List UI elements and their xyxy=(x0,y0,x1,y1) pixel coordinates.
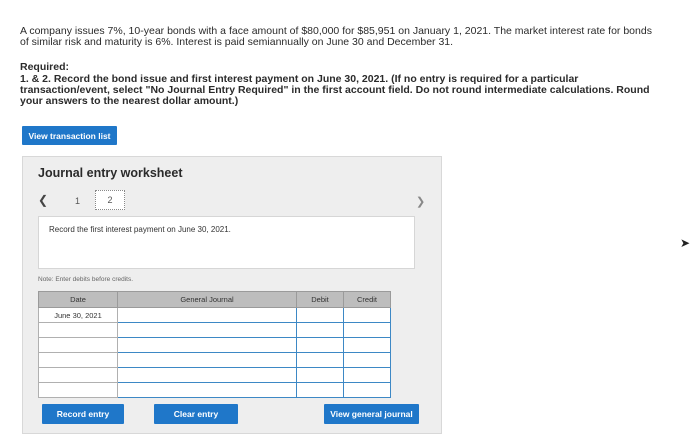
debit-input[interactable] xyxy=(296,352,344,368)
journal-table: Date General Journal Debit Credit June 3… xyxy=(38,291,391,398)
view-general-journal-button[interactable]: View general journal xyxy=(324,404,419,424)
problem-statement: A company issues 7%, 10-year bonds with … xyxy=(20,25,652,48)
chevron-right-icon[interactable]: ❯ xyxy=(416,195,425,208)
account-input[interactable] xyxy=(117,382,297,398)
debit-credit-note: Note: Enter debits before credits. xyxy=(38,276,134,283)
debit-input[interactable] xyxy=(296,382,344,398)
date-header: Date xyxy=(38,291,118,308)
worksheet-page-2[interactable]: 2 xyxy=(95,190,125,210)
credit-header: Credit xyxy=(343,291,391,308)
credit-input[interactable] xyxy=(343,337,391,353)
credit-input[interactable] xyxy=(343,322,391,338)
journal-header-row: Date General Journal Debit Credit xyxy=(38,291,391,308)
worksheet-title: Journal entry worksheet xyxy=(38,166,183,180)
credit-input[interactable] xyxy=(343,307,391,323)
account-input[interactable] xyxy=(117,322,297,338)
journal-row xyxy=(38,367,391,383)
account-input[interactable] xyxy=(117,367,297,383)
chevron-left-icon[interactable]: ❮ xyxy=(38,193,48,207)
general-journal-header: General Journal xyxy=(117,291,297,308)
mouse-cursor-icon: ➤ xyxy=(680,236,691,250)
journal-row xyxy=(38,352,391,368)
date-cell: June 30, 2021 xyxy=(38,307,118,323)
page: A company issues 7%, 10-year bonds with … xyxy=(0,0,700,447)
date-cell xyxy=(38,382,118,398)
date-cell xyxy=(38,322,118,338)
date-cell xyxy=(38,352,118,368)
debit-input[interactable] xyxy=(296,367,344,383)
journal-row xyxy=(38,382,391,398)
account-input[interactable] xyxy=(117,307,297,323)
debit-header: Debit xyxy=(296,291,344,308)
account-input[interactable] xyxy=(117,352,297,368)
credit-input[interactable] xyxy=(343,382,391,398)
credit-input[interactable] xyxy=(343,367,391,383)
journal-row xyxy=(38,322,391,338)
entry-description-box xyxy=(38,216,415,269)
debit-input[interactable] xyxy=(296,337,344,353)
required-heading: Required: xyxy=(20,61,70,73)
clear-entry-button[interactable]: Clear entry xyxy=(154,404,238,424)
view-transaction-list-button[interactable]: View transaction list xyxy=(22,126,117,145)
debit-input[interactable] xyxy=(296,322,344,338)
worksheet-page-2-label: 2 xyxy=(107,195,113,205)
debit-input[interactable] xyxy=(296,307,344,323)
journal-row xyxy=(38,337,391,353)
date-cell xyxy=(38,337,118,353)
entry-description: Record the first interest payment on Jun… xyxy=(49,225,231,234)
credit-input[interactable] xyxy=(343,352,391,368)
required-text: 1. & 2. Record the bond issue and first … xyxy=(20,74,660,107)
date-cell xyxy=(38,367,118,383)
record-entry-button[interactable]: Record entry xyxy=(42,404,124,424)
account-input[interactable] xyxy=(117,337,297,353)
journal-row: June 30, 2021 xyxy=(38,307,391,323)
worksheet-page-1[interactable]: 1 xyxy=(75,196,80,206)
